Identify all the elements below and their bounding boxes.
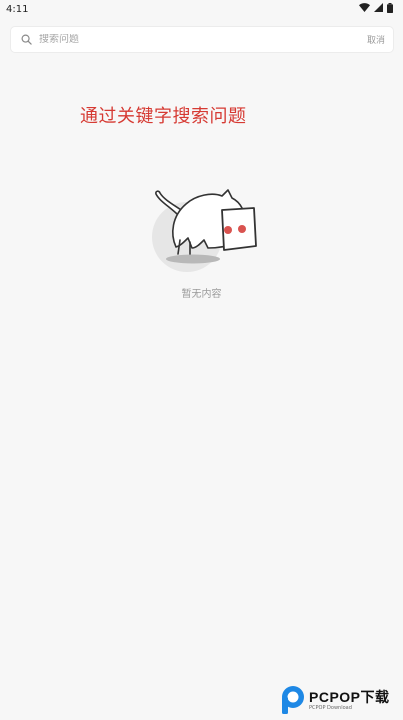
battery-icon: [387, 2, 393, 16]
watermark-text: PCPOP下载 PCPOP Download: [309, 689, 390, 711]
status-icons: [359, 2, 393, 16]
watermark-sub: PCPOP Download: [309, 705, 352, 711]
watermark: PCPOP下载 PCPOP Download: [279, 683, 399, 717]
cat-box-illustration: [150, 182, 260, 272]
watermark-brand: PCPOP下载: [309, 689, 390, 705]
pcpop-logo-icon: [282, 686, 304, 714]
signal-icon: [374, 3, 383, 15]
search-bar: 取消: [11, 27, 393, 52]
status-time: 4:11: [6, 3, 29, 15]
search-icon: [19, 33, 33, 47]
empty-state-text: 暂无内容: [181, 289, 222, 300]
search-hint: 通过关键字搜索问题: [80, 106, 247, 127]
search-screen: 4:11 搜索问题 取消 通过关键字搜索问题 暂无内容 PCPOP下载 PCPO…: [0, 0, 403, 720]
status-bar: 4:11: [0, 0, 403, 18]
cancel-button[interactable]: 取消: [367, 33, 385, 46]
search-input[interactable]: [39, 34, 361, 45]
wifi-icon: [359, 3, 370, 15]
